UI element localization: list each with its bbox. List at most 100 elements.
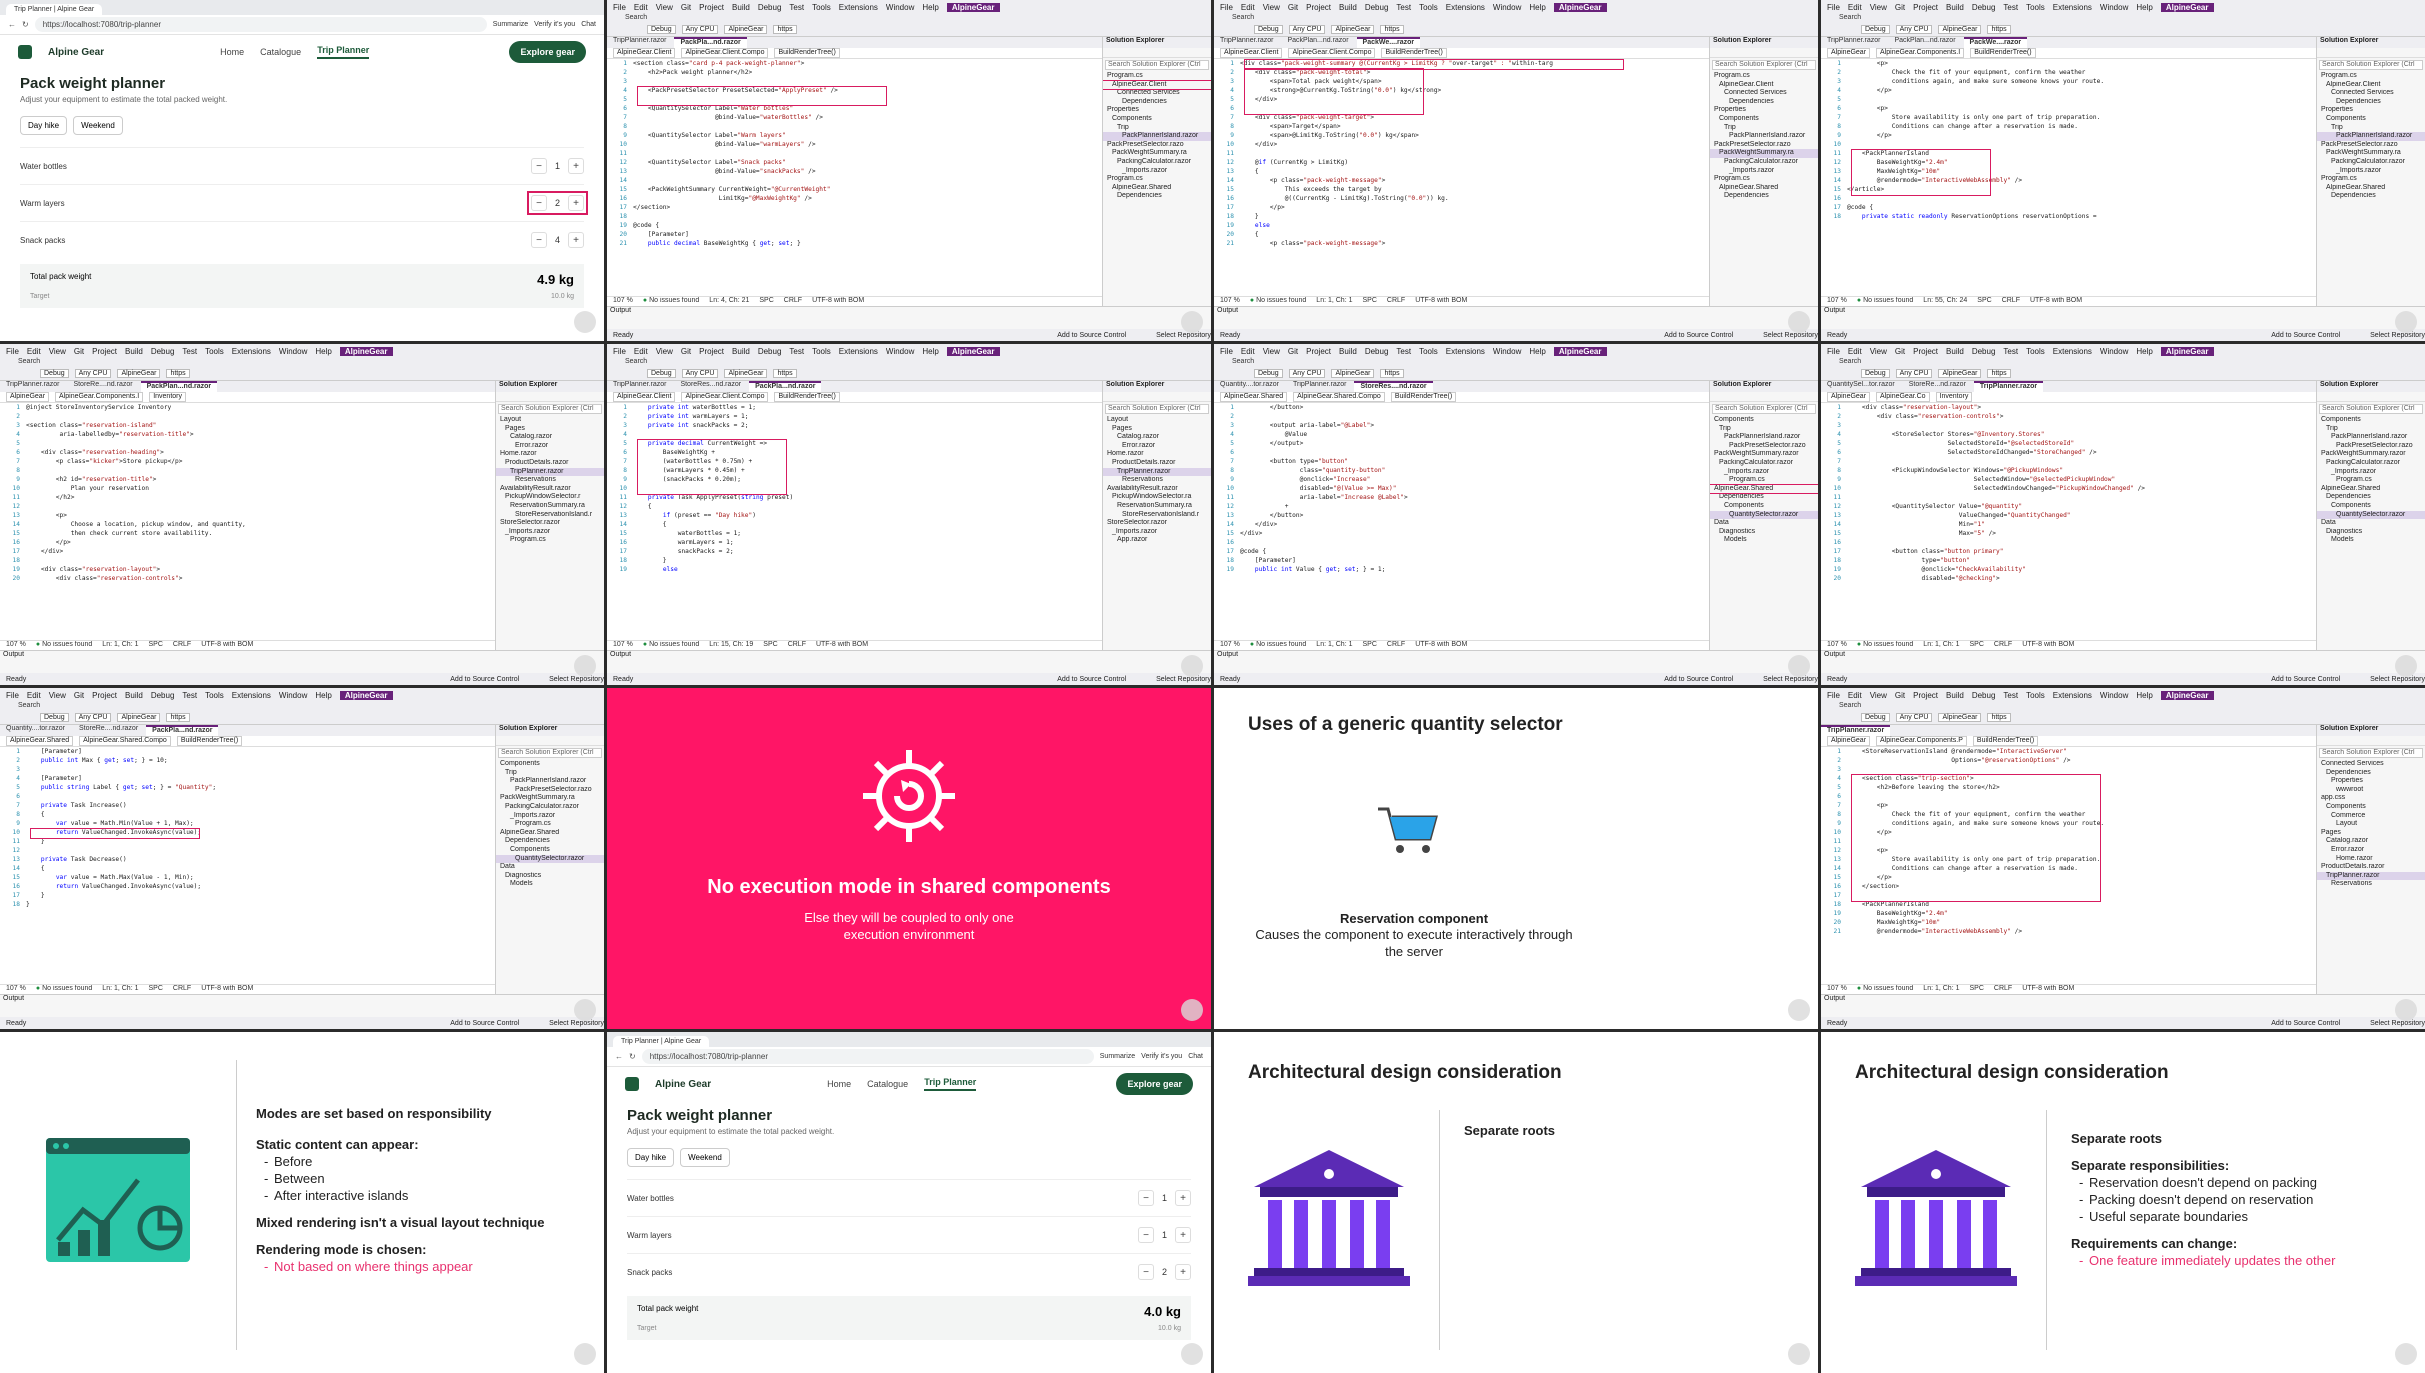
solution-item[interactable]: AlpineGear.Client (1103, 79, 1211, 91)
navigation-dropdown[interactable]: BuildRenderTree() (774, 48, 840, 58)
config-select[interactable]: Debug (647, 25, 676, 34)
solution-item[interactable]: Program.cs (496, 536, 604, 545)
menu-item[interactable]: View (1870, 3, 1887, 12)
select-repository-button[interactable]: Select Repository (549, 676, 604, 683)
solution-item[interactable]: Program.cs (496, 820, 604, 829)
solution-item[interactable]: Dependencies (1710, 192, 1818, 201)
solution-item[interactable]: _Imports.razor (1710, 468, 1818, 477)
menu-item[interactable]: File (1220, 347, 1233, 356)
menu-item[interactable]: Window (2100, 3, 2128, 12)
global-search[interactable]: Search (607, 14, 1211, 23)
solution-item[interactable]: AlpineGear.Shared (2317, 184, 2425, 193)
solution-item[interactable]: Program.cs (1710, 175, 1818, 184)
menu-item[interactable]: Test (2003, 691, 2018, 700)
platform-select[interactable]: Any CPU (681, 369, 719, 378)
solution-item[interactable]: QuantitySelector.razor (496, 854, 604, 864)
solution-item[interactable]: _Imports.razor (1710, 167, 1818, 176)
solution-item[interactable]: Diagnostics (496, 872, 604, 881)
select-repository-button[interactable]: Select Repository (2370, 332, 2425, 339)
decrease-button[interactable]: − (1137, 1264, 1154, 1280)
navigation-dropdown[interactable]: AlpineGear.Client.Compo (681, 392, 769, 402)
solution-item[interactable]: PackPresetSelector.razo (1103, 141, 1211, 150)
explore-gear-button[interactable]: Explore gear (509, 41, 586, 63)
menu-item[interactable]: Help (922, 347, 938, 356)
solution-item[interactable]: Components (2317, 502, 2425, 511)
issues-status[interactable]: No issues found (36, 641, 92, 650)
menu-item[interactable]: Help (2136, 691, 2152, 700)
solution-item[interactable]: Reservations (1103, 476, 1211, 485)
menu-item[interactable]: Edit (1848, 691, 1862, 700)
menu-item[interactable]: Build (732, 3, 750, 12)
solution-item[interactable]: Home.razor (1103, 450, 1211, 459)
menu-item[interactable]: Help (2136, 3, 2152, 12)
solution-item[interactable]: AlpineGear.Shared (496, 829, 604, 838)
solution-item[interactable]: wwwroot (2317, 786, 2425, 795)
solution-item[interactable]: TripPlanner.razor (496, 467, 604, 477)
navigation-dropdown[interactable]: AlpineGear.Co (1876, 392, 1930, 402)
solution-item[interactable]: PackPresetSelector.razo (1710, 141, 1818, 150)
platform-select[interactable]: Any CPU (681, 25, 719, 34)
solution-item[interactable]: Trip (1710, 425, 1818, 434)
preset-day-hike-button[interactable]: Day hike (627, 1148, 675, 1167)
solution-item[interactable]: Trip (2317, 425, 2425, 434)
solution-item[interactable]: Commerce (2317, 812, 2425, 821)
menu-item[interactable]: Build (1946, 347, 1964, 356)
solution-item[interactable]: Dependencies (1710, 493, 1818, 502)
solution-item[interactable]: Dependencies (2317, 98, 2425, 107)
menu-item[interactable]: View (656, 347, 673, 356)
solution-item[interactable]: Components (1710, 115, 1818, 124)
menu-item[interactable]: Edit (634, 3, 648, 12)
solution-item[interactable]: Trip (1710, 124, 1818, 133)
solution-item[interactable]: PackPlannerIsland.razor (1710, 132, 1818, 141)
menu-item[interactable]: Tools (2026, 3, 2045, 12)
solution-item[interactable]: Trip (1103, 124, 1211, 133)
editor-tab[interactable]: TripPlanner.razor (607, 37, 672, 48)
increase-button[interactable]: + (1175, 1227, 1191, 1243)
editor-tab[interactable]: TripPlanner.razor (1287, 381, 1352, 392)
run-https-button[interactable]: https (1987, 369, 2011, 378)
solution-item[interactable]: AlpineGear.Client (2317, 81, 2425, 90)
solution-item[interactable]: app.css (2317, 794, 2425, 803)
solution-item[interactable]: Connected Services (1103, 89, 1211, 98)
menu-item[interactable]: View (49, 691, 66, 700)
editor-tab[interactable]: Quantity....tor.razor (1214, 381, 1285, 392)
menu-item[interactable]: Debug (1972, 691, 1996, 700)
run-https-button[interactable]: https (166, 369, 190, 378)
startup-project-select[interactable]: AlpineGear (1938, 25, 1982, 34)
menu-item[interactable]: Test (1396, 347, 1411, 356)
menu-item[interactable]: Window (279, 347, 307, 356)
solution-item[interactable]: Components (496, 846, 604, 855)
solution-item[interactable]: ProductDetails.razor (1103, 459, 1211, 468)
solution-item[interactable]: ProductDetails.razor (496, 459, 604, 468)
solution-item[interactable]: Data (1710, 519, 1818, 528)
menu-item[interactable]: Project (1913, 347, 1938, 356)
navigation-dropdown[interactable]: AlpineGear.Shared.Compo (1293, 392, 1385, 402)
menu-item[interactable]: Window (2100, 691, 2128, 700)
add-source-control-button[interactable]: Add to Source Control (450, 1020, 519, 1027)
zoom-level[interactable]: 107 % (1220, 297, 1240, 306)
solution-search-input[interactable]: Search Solution Explorer (Ctrl (498, 404, 602, 414)
platform-select[interactable]: Any CPU (1288, 25, 1326, 34)
select-repository-button[interactable]: Select Repository (1156, 332, 1211, 339)
config-select[interactable]: Debug (40, 369, 69, 378)
navigation-dropdown[interactable]: AlpineGear.Client.Compo (681, 48, 769, 58)
solution-item[interactable]: Components (1710, 502, 1818, 511)
issues-status[interactable]: No issues found (36, 985, 92, 994)
decrease-button[interactable]: − (530, 158, 547, 174)
solution-item[interactable]: Home.razor (2317, 855, 2425, 864)
code-editor[interactable]: 1 <StoreReservationIsland @rendermode="I… (1821, 747, 2316, 984)
platform-select[interactable]: Any CPU (74, 369, 112, 378)
startup-project-select[interactable]: AlpineGear (724, 25, 768, 34)
add-source-control-button[interactable]: Add to Source Control (2271, 676, 2340, 683)
add-source-control-button[interactable]: Add to Source Control (450, 676, 519, 683)
solution-item[interactable]: PackPresetSelector.razo (2317, 141, 2425, 150)
menu-item[interactable]: View (49, 347, 66, 356)
menu-item[interactable]: View (1263, 347, 1280, 356)
solution-search-input[interactable]: Search Solution Explorer (Ctrl (498, 748, 602, 758)
platform-select[interactable]: Any CPU (1288, 369, 1326, 378)
menu-item[interactable]: Project (1306, 347, 1331, 356)
menu-item[interactable]: Help (315, 347, 331, 356)
menu-item[interactable]: Test (2003, 347, 2018, 356)
config-select[interactable]: Debug (1861, 25, 1890, 34)
zoom-level[interactable]: 107 % (1827, 641, 1847, 650)
